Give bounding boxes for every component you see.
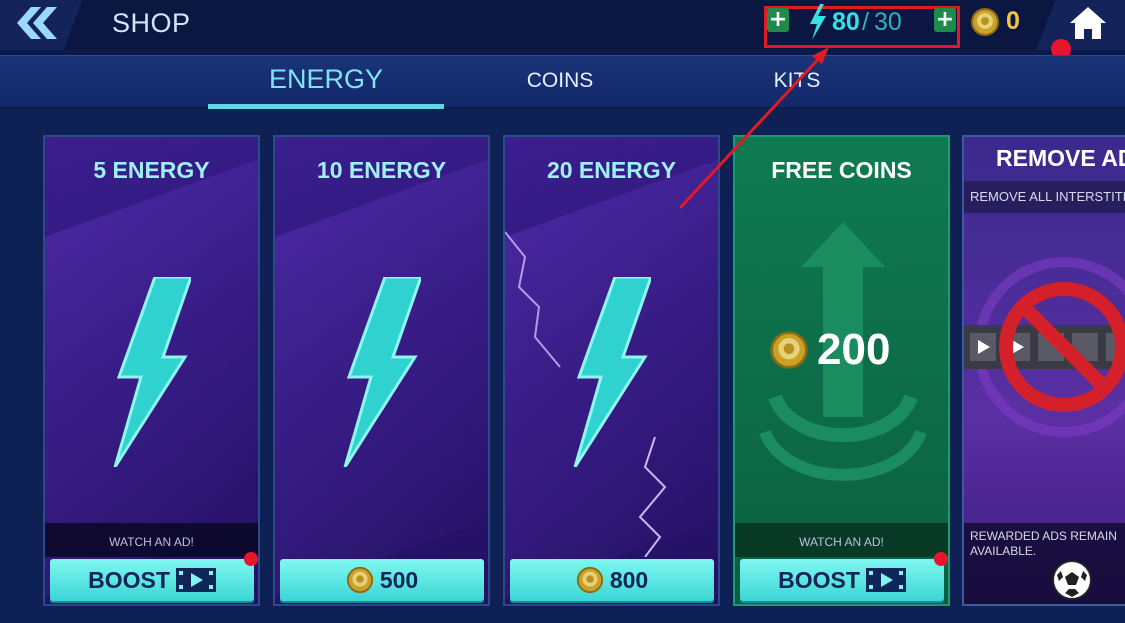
notification-dot	[244, 552, 258, 566]
tab-kits[interactable]: KITS	[720, 69, 874, 93]
lightning-bolt-icon	[343, 277, 421, 467]
video-play-icon	[175, 568, 216, 592]
no-ads-icon	[964, 257, 1125, 437]
watch-ad-label: WATCH AN AD!	[735, 523, 948, 557]
back-button[interactable]	[12, 6, 58, 40]
boost-button[interactable]: BOOST	[740, 559, 944, 601]
add-coins-button[interactable]: +	[934, 8, 956, 32]
price-label: 800	[609, 566, 649, 593]
coin-icon	[346, 566, 373, 594]
lightning-bolt-icon	[113, 277, 191, 467]
free-coins-amount-row: 200	[769, 325, 890, 375]
buy-10-energy-button[interactable]: 500	[280, 559, 484, 601]
card-note: REWARDED ADS REMAIN AVAILABLE.	[964, 523, 1125, 604]
video-play-icon	[865, 568, 906, 592]
energy-max: 30	[874, 8, 902, 36]
lightning-bolt-icon	[573, 277, 651, 467]
lightning-bolt-icon	[810, 4, 826, 40]
energy-separator: /	[862, 8, 869, 36]
card-free-coins[interactable]: FREE COINS 200 WATCH AN AD! BOOST	[733, 135, 950, 606]
card-5-energy[interactable]: 5 ENERGY WATCH AN AD! BOOST	[43, 135, 260, 606]
card-title: FREE COINS	[771, 157, 912, 183]
card-20-energy[interactable]: 20 ENERGY 800	[503, 135, 720, 606]
energy-current: 80	[832, 8, 860, 36]
coin-count: 0	[1006, 7, 1020, 35]
coin-icon	[971, 8, 999, 36]
card-remove-ads[interactable]: REMOVE AD REMOVE ALL INTERSTITIA REWARDE…	[962, 135, 1125, 606]
free-coins-amount: 200	[817, 325, 891, 374]
card-10-energy[interactable]: 10 ENERGY 500	[273, 135, 490, 606]
back-chevrons-icon	[17, 7, 57, 39]
tab-energy[interactable]: ENERGY	[208, 64, 444, 95]
boost-label: BOOST	[88, 566, 170, 593]
card-title: 5 ENERGY	[93, 157, 210, 183]
plus-icon: +	[768, 7, 788, 32]
card-title: REMOVE AD	[996, 145, 1125, 171]
card-subtitle: REMOVE ALL INTERSTITIA	[964, 181, 1125, 213]
coin-icon	[576, 566, 603, 594]
notification-dot	[934, 552, 948, 566]
add-energy-button[interactable]: +	[767, 8, 789, 32]
card-title: 10 ENERGY	[316, 157, 447, 183]
plus-icon: +	[935, 7, 955, 32]
tab-coins[interactable]: COINS	[480, 69, 640, 93]
boost-label: BOOST	[778, 566, 860, 593]
buy-20-energy-button[interactable]: 800	[510, 559, 714, 601]
home-icon	[1070, 7, 1106, 39]
home-button[interactable]	[1068, 5, 1108, 45]
page-title: SHOP	[112, 8, 191, 38]
price-label: 500	[379, 566, 419, 593]
coin-icon	[770, 331, 808, 369]
boost-button[interactable]: BOOST	[50, 559, 254, 601]
watch-ad-label: WATCH AN AD!	[45, 523, 258, 557]
soccer-ball-icon	[1052, 560, 1092, 600]
